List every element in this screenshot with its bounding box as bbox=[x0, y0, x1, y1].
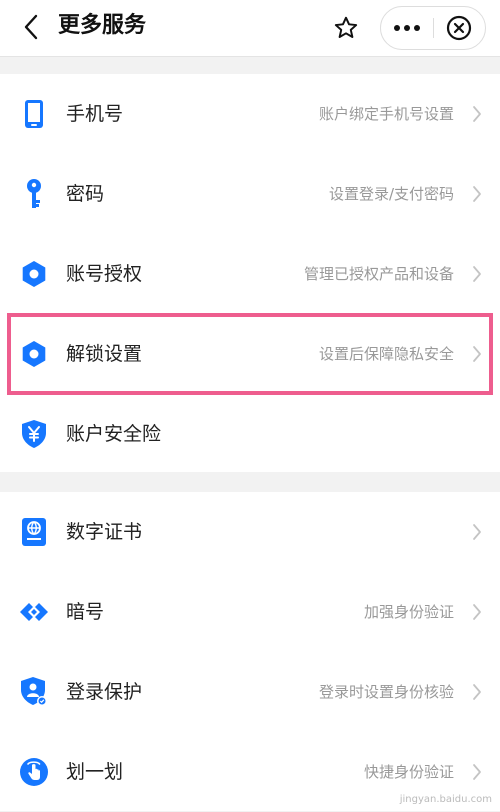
row-description: 管理已授权产品和设备 bbox=[303, 265, 454, 283]
top-bar: 更多服务 bbox=[0, 0, 500, 57]
more-dots-icon bbox=[394, 25, 420, 31]
row-label: 解锁设置 bbox=[66, 343, 143, 365]
row-description: 加强身份验证 bbox=[363, 603, 454, 621]
swipe-hand-icon bbox=[18, 756, 50, 788]
row-label: 登录保护 bbox=[66, 681, 143, 703]
chevron-right-icon bbox=[470, 184, 484, 204]
star-icon bbox=[334, 16, 358, 38]
key-icon bbox=[18, 178, 50, 210]
back-button[interactable] bbox=[14, 8, 48, 46]
more-button[interactable] bbox=[381, 7, 433, 49]
row-label: 账号授权 bbox=[66, 263, 143, 285]
row-account-authorization[interactable]: 账号授权 管理已授权产品和设备 bbox=[0, 234, 500, 314]
row-cipher[interactable]: 暗号 加强身份验证 bbox=[0, 572, 500, 652]
chevron-right-icon bbox=[470, 344, 484, 364]
row-label: 密码 bbox=[66, 183, 105, 205]
row-digital-certificate[interactable]: 数字证书 bbox=[0, 492, 500, 572]
chevron-right-icon bbox=[470, 762, 484, 782]
row-description: 快捷身份验证 bbox=[363, 763, 454, 781]
chevron-right-icon bbox=[470, 264, 484, 284]
watermark: jingyan.baidu.com bbox=[399, 794, 492, 805]
cipher-icon bbox=[18, 596, 50, 628]
row-label: 手机号 bbox=[66, 103, 124, 125]
shield-yen-icon bbox=[18, 418, 50, 450]
chevron-left-icon bbox=[24, 14, 38, 40]
favorite-button[interactable] bbox=[328, 10, 364, 46]
chevron-right-icon bbox=[470, 104, 484, 124]
settings-group-2: 数字证书 暗号 加强身份验证 登录保护 登录时设置身份核验 划一划 快捷身份验证 bbox=[0, 492, 500, 811]
settings-group-1: 手机号 账户绑定手机号设置 密码 设置登录/支付密码 账号授权 管理已授权产品和… bbox=[0, 74, 500, 472]
chevron-right-icon bbox=[470, 682, 484, 702]
row-label: 账户安全险 bbox=[66, 423, 162, 445]
close-circle-icon bbox=[446, 15, 472, 41]
mini-program-capsule bbox=[380, 6, 486, 50]
phone-icon bbox=[18, 98, 50, 130]
row-password[interactable]: 密码 设置登录/支付密码 bbox=[0, 154, 500, 234]
login-shield-icon bbox=[18, 676, 50, 708]
chevron-right-icon bbox=[470, 522, 484, 542]
certificate-icon bbox=[18, 516, 50, 548]
page-title: 更多服务 bbox=[58, 13, 147, 38]
row-description: 登录时设置身份核验 bbox=[318, 683, 454, 701]
gear-icon bbox=[18, 338, 50, 370]
gear-icon bbox=[18, 258, 50, 290]
row-account-security-insurance[interactable]: 账户安全险 bbox=[0, 394, 500, 474]
row-label: 数字证书 bbox=[66, 521, 143, 543]
row-description: 设置后保障隐私安全 bbox=[318, 345, 454, 363]
chevron-right-icon bbox=[470, 602, 484, 622]
row-login-protection[interactable]: 登录保护 登录时设置身份核验 bbox=[0, 652, 500, 732]
row-description: 设置登录/支付密码 bbox=[328, 185, 454, 203]
row-label: 暗号 bbox=[66, 601, 105, 623]
close-button[interactable] bbox=[434, 7, 484, 49]
row-label: 划一划 bbox=[66, 761, 124, 783]
row-description: 账户绑定手机号设置 bbox=[318, 105, 454, 123]
row-phone-number[interactable]: 手机号 账户绑定手机号设置 bbox=[0, 74, 500, 154]
row-unlock-settings[interactable]: 解锁设置 设置后保障隐私安全 bbox=[0, 314, 500, 394]
